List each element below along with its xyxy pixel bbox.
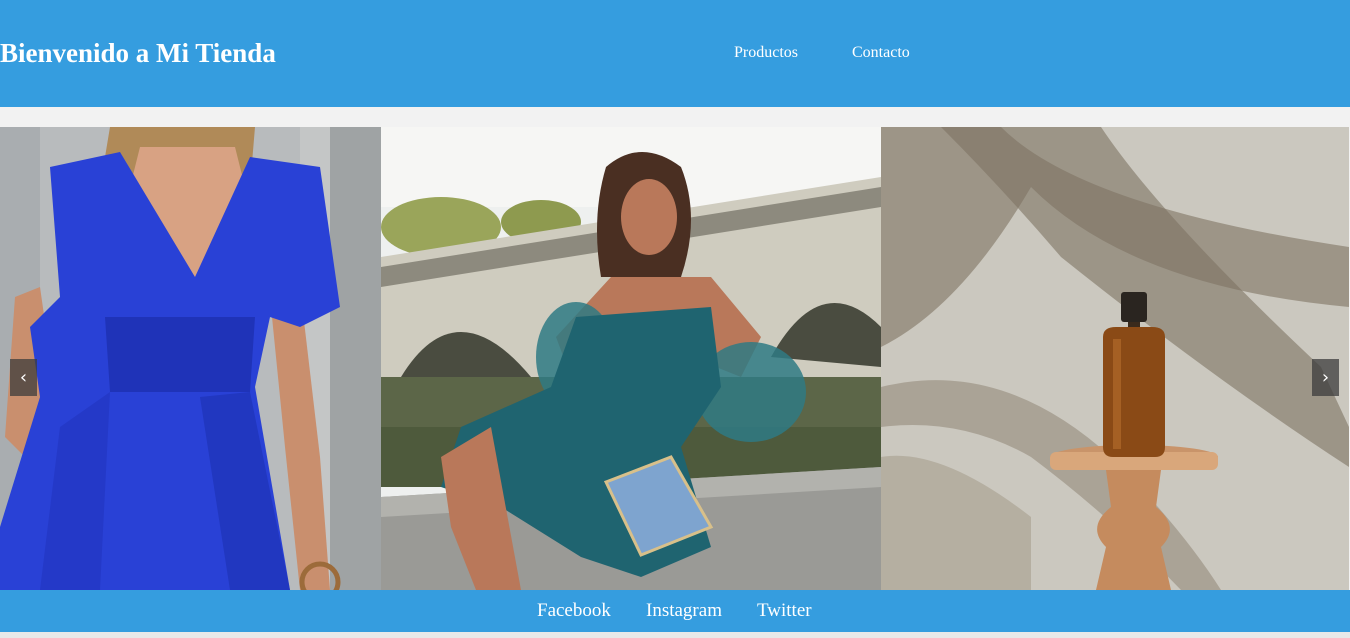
chevron-left-icon: ‹: [19, 367, 28, 388]
carousel-slide-blue-dress: [0, 127, 381, 590]
blue-dress-photo: [0, 127, 381, 590]
bottom-strip: [0, 632, 1350, 638]
carousel-prev-button[interactable]: ‹: [10, 359, 37, 396]
site-header: Bienvenido a Mi Tienda Productos Contact…: [0, 0, 1350, 107]
site-title: Bienvenido a Mi Tienda: [0, 38, 276, 68]
site-footer: Facebook Instagram Twitter: [0, 590, 1350, 632]
footer-link-instagram[interactable]: Instagram: [646, 600, 722, 622]
carousel-slide-teal-dress: [381, 127, 881, 590]
image-carousel: ‹ ›: [0, 127, 1349, 590]
footer-link-facebook[interactable]: Facebook: [537, 600, 611, 622]
carousel-slide-amber-bottle: [881, 127, 1349, 590]
footer-link-twitter[interactable]: Twitter: [757, 600, 812, 622]
nav-link-productos[interactable]: Productos: [734, 43, 798, 63]
amber-bottle-photo: [881, 127, 1349, 590]
chevron-right-icon: ›: [1321, 367, 1330, 388]
nav-link-contacto[interactable]: Contacto: [852, 43, 910, 63]
teal-dress-photo: [381, 127, 881, 590]
carousel-next-button[interactable]: ›: [1312, 359, 1339, 396]
